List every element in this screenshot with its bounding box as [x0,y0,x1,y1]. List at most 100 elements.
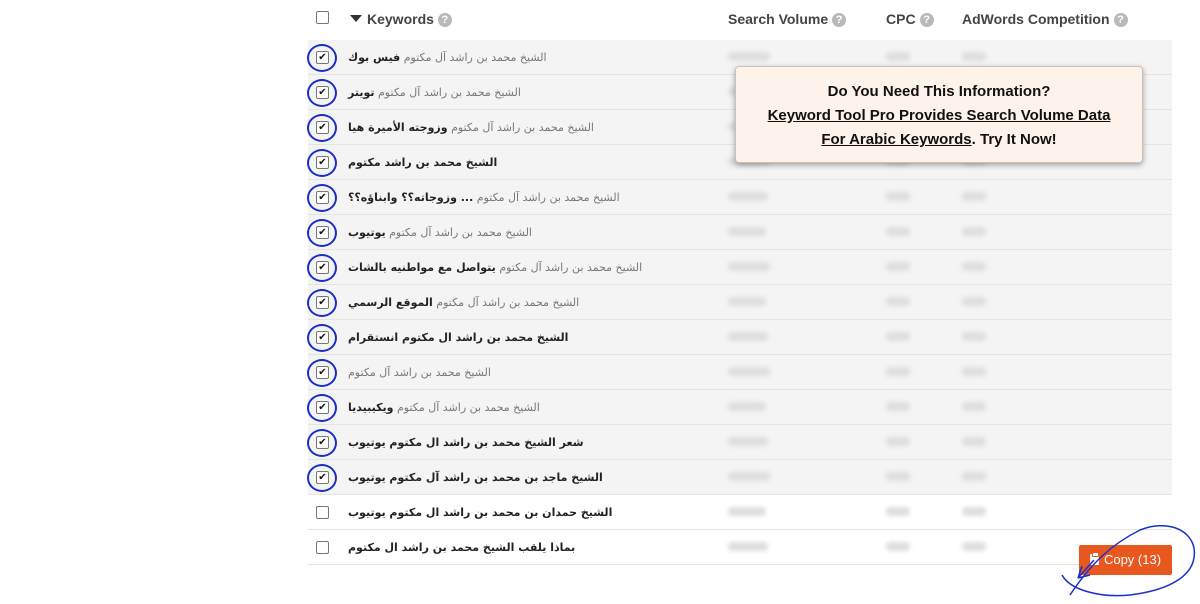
cpc-blurred [886,507,910,516]
table-row[interactable]: الشيخ حمدان بن محمد بن راشد ال مكتوم يوت… [308,495,1172,530]
cpc-blurred [886,472,910,481]
question-circle-icon[interactable]: ? [437,13,452,27]
competition-blurred [962,542,986,551]
keyword-prefix: الشيخ محمد بن راشد آل مكتوم [403,51,547,64]
table-row[interactable]: ✔ الشيخ محمد بن راشد آل مكتوم [308,355,1172,390]
keyword-suffix: الشيخ حمدان بن محمد بن راشد ال مكتوم يوت… [348,506,613,519]
row-checkbox[interactable]: ✔ [316,471,329,484]
cpc-blurred [886,52,910,61]
competition-blurred [962,192,986,201]
competition-blurred [962,507,986,516]
keyword-prefix: الشيخ محمد بن راشد آل مكتوم [348,366,491,379]
table-row[interactable]: ✔ الشيخ ماجد بن محمد بن راشد آل مكتوم يو… [308,460,1172,495]
cpc-blurred [886,297,910,306]
popup-link-line2[interactable]: For Arabic Keywords [821,131,971,148]
question-circle-icon[interactable]: ? [919,13,934,27]
keyword-text[interactable]: الشيخ محمد بن راشد آل مكتوم [348,364,491,382]
cpc-blurred [886,262,910,271]
keyword-text[interactable]: الشيخ محمد بن راشد آل مكتوم ... وزوجاته؟… [348,189,620,207]
table-row[interactable]: ✔ الشيخ محمد بن راشد آل مكتوم ويكيبيديا [308,390,1172,425]
table-row[interactable]: ✔ الشيخ محمد بن راشد آل مكتوم يتواصل مع م… [308,250,1172,285]
cpc-blurred [886,332,910,341]
popup-cta-text: . Try It Now! [971,131,1057,148]
competition-blurred [962,472,986,481]
keyword-text[interactable]: الشيخ محمد بن راشد آل مكتوم الموقع الرسم… [348,294,579,312]
row-checkbox[interactable]: ✔ [316,261,329,274]
cpc-blurred [886,437,910,446]
competition-blurred [962,52,986,61]
keyword-text[interactable]: شعر الشيخ محمد بن راشد ال مكتوم يوتيوب [348,434,584,452]
row-checkbox[interactable]: ✔ [316,331,329,344]
table-row[interactable]: ✔ الشيخ محمد بن راشد آل مكتوم ... وزوجاته… [308,180,1172,215]
row-checkbox[interactable]: ✔ [316,436,329,449]
search-volume-blurred [728,437,768,446]
row-checkbox[interactable]: ✔ [316,156,329,169]
row-checkbox[interactable]: ✔ [316,401,329,414]
keyword-prefix: الشيخ محمد بن راشد آل مكتوم [378,86,521,99]
keyword-text[interactable]: الشيخ حمدان بن محمد بن راشد ال مكتوم يوت… [348,504,612,522]
search-volume-blurred [728,262,770,271]
search-volume-blurred [728,507,766,516]
keyword-prefix: الشيخ محمد بن راشد آل مكتوم [499,261,643,274]
search-volume-column-header[interactable]: Search Volume? [728,10,847,30]
row-checkbox[interactable]: ✔ [316,191,329,204]
row-checkbox[interactable] [316,506,329,519]
row-checkbox[interactable] [316,541,329,554]
row-checkbox[interactable]: ✔ [316,296,329,309]
keyword-suffix: ... وزوجاته؟؟ وابناؤه؟؟ [348,191,474,204]
keyword-text[interactable]: الشيخ محمد بن راشد آل مكتوم وزوجته الأمي… [348,119,594,137]
competition-blurred [962,402,986,411]
table-row[interactable]: بماذا يلقب الشيخ محمد بن راشد ال مكتوم [308,530,1172,565]
cpc-blurred [886,402,910,411]
question-circle-icon[interactable]: ? [1113,13,1128,27]
competition-blurred [962,332,986,341]
popup-title: Do You Need This Information? [827,83,1051,100]
keyword-suffix: ويكيبيديا [348,401,394,414]
search-volume-blurred [728,542,768,551]
row-checkbox[interactable]: ✔ [316,51,329,64]
keyword-text[interactable]: الشيخ محمد بن راشد آل مكتوم تويتر [348,84,521,102]
caret-down-icon [350,15,362,22]
keyword-text[interactable]: الشيخ محمد بن راشد آل مكتوم يوتيوب [348,224,532,242]
row-checkbox[interactable]: ✔ [316,86,329,99]
copy-button[interactable]: Copy (13) [1079,545,1172,575]
cpc-blurred [886,367,910,376]
competition-column-header[interactable]: AdWords Competition? [962,10,1128,30]
keyword-text[interactable]: الشيخ محمد بن راشد آل مكتوم فيس بوك [348,49,547,67]
search-volume-blurred [728,297,766,306]
keyword-prefix: الشيخ محمد بن راشد آل مكتوم [436,296,580,309]
upgrade-popup: Do You Need This Information? Keyword To… [735,66,1143,163]
competition-blurred [962,367,986,376]
keyword-prefix: الشيخ محمد بن راشد آل مكتوم [389,226,532,239]
keyword-text[interactable]: الشيخ محمد بن راشد آل مكتوم يتواصل مع مو… [348,259,642,277]
row-checkbox[interactable]: ✔ [316,366,329,379]
cpc-column-header[interactable]: CPC? [886,10,934,30]
table-row[interactable]: ✔ شعر الشيخ محمد بن راشد ال مكتوم يوتيوب [308,425,1172,460]
row-checkbox[interactable]: ✔ [316,121,329,134]
keyword-prefix: الشيخ محمد بن راشد آل مكتوم [396,401,540,414]
keyword-text[interactable]: بماذا يلقب الشيخ محمد بن راشد ال مكتوم [348,539,575,557]
table-row[interactable]: ✔ الشيخ محمد بن راشد آل مكتوم يوتيوب [308,215,1172,250]
select-all-checkbox[interactable] [316,11,329,24]
keyword-text[interactable]: الشيخ محمد بن راشد ال مكتوم انستقرام [348,329,568,347]
copy-button-label: Copy (13) [1103,552,1162,567]
table-row[interactable]: ✔ الشيخ محمد بن راشد ال مكتوم انستقرام [308,320,1172,355]
search-volume-blurred [728,472,770,481]
keywords-column-header[interactable]: Keywords? [350,10,452,30]
competition-blurred [962,227,986,236]
question-circle-icon[interactable]: ? [832,13,847,27]
competition-blurred [962,297,986,306]
table-row[interactable]: ✔ الشيخ محمد بن راشد آل مكتوم الموقع الرس… [308,285,1172,320]
keyword-text[interactable]: الشيخ ماجد بن محمد بن راشد آل مكتوم يوتي… [348,469,603,487]
search-volume-blurred [728,332,768,341]
popup-link-line1[interactable]: Keyword Tool Pro Provides Search Volume … [768,107,1111,124]
search-volume-blurred [728,227,766,236]
row-checkbox[interactable]: ✔ [316,226,329,239]
keyword-text[interactable]: الشيخ محمد بن راشد آل مكتوم ويكيبيديا [348,399,540,417]
keyword-prefix: الشيخ محمد بن راشد آل مكتوم [451,121,594,134]
keyword-text[interactable]: الشيخ محمد بن راشد مكتوم [348,154,497,172]
keyword-suffix: الموقع الرسمي [348,296,433,309]
keyword-suffix: بماذا يلقب الشيخ محمد بن راشد ال مكتوم [348,541,576,554]
keyword-suffix: الشيخ محمد بن راشد ال مكتوم انستقرام [348,331,569,344]
competition-blurred [962,437,986,446]
